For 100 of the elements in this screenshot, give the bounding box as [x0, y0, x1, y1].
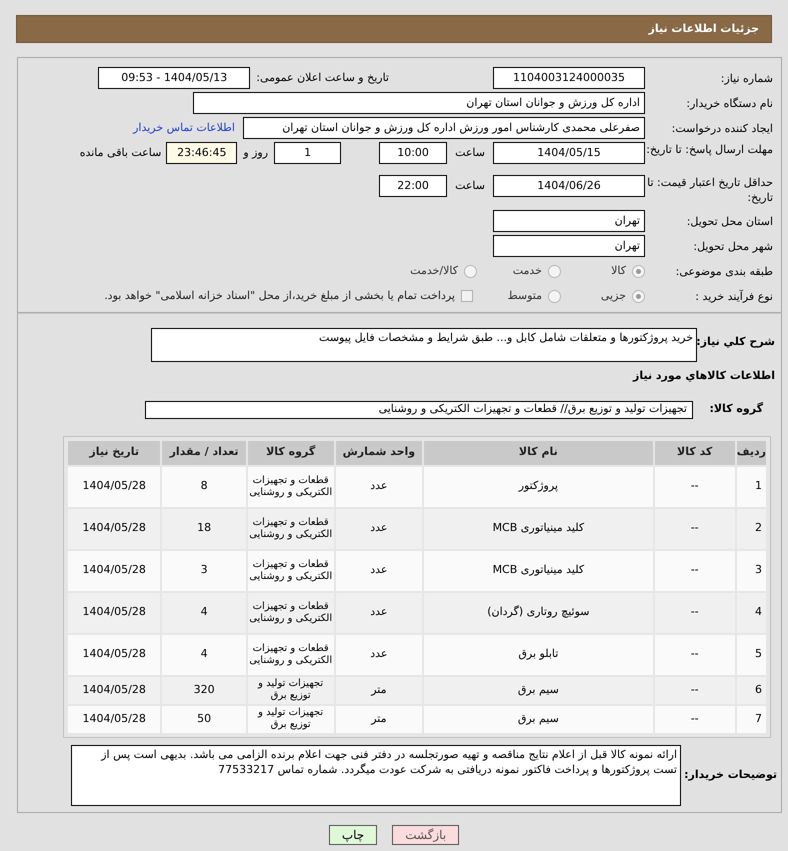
table-cell: --: [654, 706, 735, 732]
buyer-contact-link[interactable]: اطلاعات تماس خریدار: [133, 120, 235, 136]
field-label: نوع فرآیند خرید :: [694, 288, 773, 304]
days-field[interactable]: 1: [274, 142, 342, 164]
table-cell: 7: [736, 706, 766, 732]
field-label: حداقل تاریخ اعتبار قیمت: تا تاریخ:: [646, 175, 773, 205]
field-label: توضیحات خریدار:: [683, 766, 777, 783]
field-label: ساعت: [455, 178, 485, 194]
table-cell: پروژکتور: [424, 466, 653, 506]
field-label: پرداخت تمام یا بخشی از مبلغ خرید،از محل "اسناد خزانه اسلامی" خواهد بود.: [104, 288, 455, 304]
remaining-time-field[interactable]: 23:46:45: [166, 142, 238, 164]
field-label: تاریخ و ساعت اعلان عمومی:: [256, 70, 389, 86]
table-cell: عدد: [336, 592, 422, 632]
table-cell: 6: [736, 676, 766, 704]
column-header: واحد شمارش: [336, 440, 422, 464]
table-cell: 1404/05/28: [68, 466, 160, 506]
column-header: تاریخ نیاز: [68, 440, 160, 464]
table-cell: 1404/05/28: [68, 676, 160, 704]
table-cell: عدد: [336, 634, 422, 674]
table-cell: متر: [336, 706, 422, 732]
table-cell: عدد: [336, 550, 422, 590]
field-label: شرح کلي نياز:: [697, 334, 775, 350]
table-cell: 1: [736, 466, 766, 506]
field-label: مهلت ارسال پاسخ: تا تاریخ:: [645, 142, 773, 157]
field-label: گروه کالا:: [708, 401, 763, 418]
field-label: شهر محل تحویل:: [692, 238, 773, 254]
field-label: طبقه بندی موضوعی:: [674, 264, 773, 278]
buyer-org-field[interactable]: اداره کل ورزش و جوانان استان تهران: [193, 92, 645, 114]
table-cell: 18: [162, 508, 246, 548]
column-header: گروه کالا: [248, 440, 334, 464]
table-cell: تابلو برق: [424, 634, 653, 674]
table-cell: تجهیزات تولید و توزیع برق: [248, 676, 334, 704]
column-header: ردیف: [736, 440, 766, 464]
validity-time-field[interactable]: 22:00: [379, 175, 448, 197]
field-label: شماره نیاز:: [720, 70, 773, 86]
buyer-notes-field[interactable]: ارائه نمونه کالا قبل از اعلام نتایج مناقصه و تهیه صورتجلسه در دفتر فنی جهت اعلام برنده الزامی می باشد. بدیهی است پس از تست پروژکتورها و پرداخت فاکتور نمونه دریافتی به شرکت عودت میگردد. شماره تماس 77533217: [71, 744, 681, 806]
table-cell: 1404/05/28: [68, 550, 160, 590]
table-cell: 5: [736, 634, 766, 674]
need-number-field[interactable]: 1104003124000035: [493, 67, 645, 89]
table-cell: قطعات و تجهیزات الکتریکی و روشنایی: [248, 634, 334, 674]
table-cell: 3: [162, 550, 246, 590]
table-cell: --: [654, 634, 735, 674]
field-label: جزیی: [600, 288, 626, 304]
table-cell: --: [654, 466, 735, 506]
section-heading: اطلاعات کالاهاي مورد نياز: [632, 368, 775, 384]
column-header: کد کالا: [654, 440, 735, 464]
table-cell: سیم برق: [424, 706, 653, 732]
page-title: جزئیات اطلاعات نیاز: [648, 20, 759, 37]
column-header: تعداد / مقدار: [162, 440, 246, 464]
radio-button[interactable]: [464, 264, 477, 278]
table-cell: کلید مینیاتوری MCB: [424, 508, 653, 548]
field-label: ساعت: [455, 145, 485, 161]
table-cell: عدد: [336, 466, 422, 506]
validity-date-field[interactable]: 1404/06/26: [493, 175, 645, 197]
table-cell: عدد: [336, 508, 422, 548]
field-label: ایجاد کننده درخواست:: [670, 120, 773, 136]
field-label: روز و: [243, 145, 268, 161]
table-cell: 1404/05/28: [68, 706, 160, 732]
table-cell: --: [654, 508, 735, 548]
print-button[interactable]: چاپ: [328, 824, 378, 844]
field-label: خدمت: [512, 262, 542, 279]
table-cell: 4: [162, 592, 246, 632]
description-field[interactable]: خرید پروژکتورها و متعلقات شامل کابل و... طبق شرایط و مشخصات فایل پیوست: [151, 328, 697, 362]
province-field[interactable]: تهران: [493, 210, 645, 232]
city-field[interactable]: تهران: [493, 235, 645, 257]
column-header: نام کالا: [424, 440, 653, 464]
checkbox[interactable]: [461, 290, 473, 302]
table-cell: 1404/05/28: [68, 592, 160, 632]
table-cell: 4: [736, 592, 766, 632]
table-cell: 8: [162, 466, 246, 506]
field-label: کالا: [611, 262, 626, 279]
goods-group-field[interactable]: تجهیزات تولید و توزیع برق// قطعات و تجهیزات الکتریکی و روشنایی: [145, 400, 693, 418]
table-cell: سوئیچ روتاری (گردان): [424, 592, 653, 632]
field-label: متوسط: [507, 288, 542, 304]
table-cell: 2: [736, 508, 766, 548]
radio-button[interactable]: [632, 290, 645, 302]
radio-button[interactable]: [548, 290, 561, 302]
table-cell: --: [654, 676, 735, 704]
radio-button[interactable]: [548, 264, 561, 278]
field-label: استان محل تحویل:: [686, 214, 773, 228]
table-cell: قطعات و تجهیزات الکتریکی و روشنایی: [248, 466, 334, 506]
radio-button[interactable]: [632, 264, 645, 278]
table-cell: 1404/05/28: [68, 634, 160, 674]
table-cell: 3: [736, 550, 766, 590]
table-cell: 1404/05/28: [68, 508, 160, 548]
table-cell: قطعات و تجهیزات الکتریکی و روشنایی: [248, 592, 334, 632]
field-label: ساعت باقی مانده: [80, 145, 162, 161]
table-cell: قطعات و تجهیزات الکتریکی و روشنایی: [248, 508, 334, 548]
table-cell: قطعات و تجهیزات الکتریکی و روشنایی: [248, 550, 334, 590]
table-cell: 4: [162, 634, 246, 674]
deadline-time-field[interactable]: 10:00: [379, 142, 448, 164]
back-button[interactable]: بازگشت: [392, 824, 460, 844]
field-label: کالا/خدمت: [410, 262, 458, 279]
table-cell: --: [654, 550, 735, 590]
table-cell: کلید مینیاتوری MCB: [424, 550, 653, 590]
announce-date-field[interactable]: 1404/05/13 - 09:53: [98, 67, 250, 89]
table-cell: --: [654, 592, 735, 632]
requester-field[interactable]: صفرعلی محمدی کارشناس امور ورزش اداره کل ورزش و جوانان استان تهران: [243, 117, 645, 139]
table-cell: تجهیزات تولید و توزیع برق: [248, 706, 334, 732]
deadline-date-field[interactable]: 1404/05/15: [493, 142, 645, 164]
